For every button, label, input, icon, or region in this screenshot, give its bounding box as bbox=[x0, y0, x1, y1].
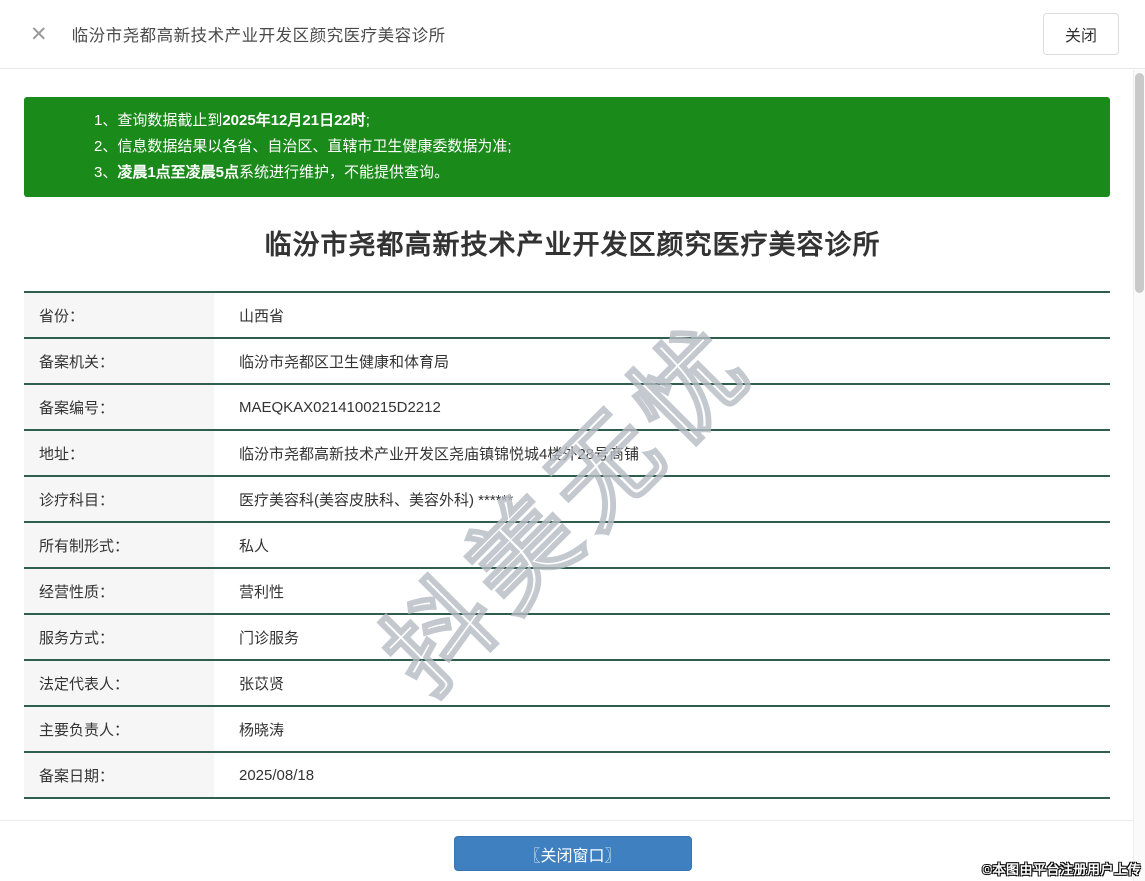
field-value: 医疗美容科(美容皮肤科、美容外科) ****** bbox=[239, 491, 514, 509]
table-row: 服务方式： 门诊服务 bbox=[24, 613, 1110, 659]
upload-attribution: ©本图由平台注册用户上传 bbox=[982, 862, 1141, 877]
notice-item: 1、查询数据截止到2025年12月21日22时; bbox=[94, 108, 1098, 134]
table-row: 备案编号： MAEQKAX0214100215D2212 bbox=[24, 383, 1110, 429]
table-row: 所有制形式： 私人 bbox=[24, 521, 1110, 567]
field-label: 法定代表人： bbox=[24, 661, 214, 705]
notice-text: 2、信息数据结果以各省、自治区、直辖市卫生健康委数据为准; bbox=[94, 138, 512, 155]
close-button[interactable]: 关闭 bbox=[1042, 13, 1119, 55]
field-value: 私人 bbox=[239, 537, 270, 555]
field-label: 经营性质： bbox=[24, 569, 214, 613]
table-row: 备案机关： 临汾市尧都区卫生健康和体育局 bbox=[24, 337, 1110, 383]
info-table: 省份： 山西省备案机关： 临汾市尧都区卫生健康和体育局备案编号： MAEQKAX021… bbox=[24, 291, 1110, 799]
close-window-button[interactable]: 〖关闭窗口〗 bbox=[453, 836, 692, 871]
field-value: 门诊服务 bbox=[239, 629, 300, 647]
field-value: MAEQKAX0214100215D2212 bbox=[239, 398, 441, 416]
notice-text: ; bbox=[365, 112, 370, 129]
table-row: 主要负责人： 杨晓涛 bbox=[24, 705, 1110, 751]
field-value: 2025/08/18 bbox=[239, 766, 315, 784]
field-label: 省份： bbox=[24, 293, 214, 337]
notice-text: 2025年12月21日22时 bbox=[222, 112, 366, 129]
notice-box: 1、查询数据截止到2025年12月21日22时; 2、信息数据结果以各省、自治区、… bbox=[24, 97, 1110, 197]
section-divider bbox=[0, 820, 1145, 821]
field-value: 张苡贤 bbox=[239, 675, 285, 693]
table-row: 诊疗科目： 医疗美容科(美容皮肤科、美容外科) ****** bbox=[24, 475, 1110, 521]
field-label: 地址： bbox=[24, 431, 214, 475]
field-label: 备案机关： bbox=[24, 339, 214, 383]
notice-text: 系统进行维护，不能提供查询。 bbox=[239, 164, 450, 181]
field-label: 备案编号： bbox=[24, 385, 214, 429]
field-value: 临汾市尧都区卫生健康和体育局 bbox=[239, 353, 450, 371]
table-row: 经营性质： 营利性 bbox=[24, 567, 1110, 613]
dialog-header: ✕ 临汾市尧都高新技术产业开发区颜究医疗美容诊所 关闭 bbox=[0, 0, 1145, 69]
field-label: 备案日期： bbox=[24, 753, 214, 797]
table-row: 备案日期： 2025/08/18 bbox=[24, 751, 1110, 797]
notice-text: 1、查询数据截止到 bbox=[94, 112, 223, 129]
field-value: 营利性 bbox=[239, 583, 285, 601]
page-title: 临汾市尧都高新技术产业开发区颜究医疗美容诊所 bbox=[264, 230, 881, 260]
field-label: 主要负责人： bbox=[24, 707, 214, 751]
table-row: 省份： 山西省 bbox=[24, 291, 1110, 337]
notice-item: 2、信息数据结果以各省、自治区、直辖市卫生健康委数据为准; bbox=[94, 134, 1098, 160]
notice-text: 凌晨1点至凌晨5点 bbox=[117, 164, 240, 181]
scrollbar-thumb[interactable] bbox=[1135, 73, 1144, 293]
table-row: 地址： 临汾市尧都高新技术产业开发区尧庙镇锦悦城4楼外28号商铺 bbox=[24, 429, 1110, 475]
field-label: 服务方式： bbox=[24, 615, 214, 659]
close-icon[interactable]: ✕ bbox=[30, 24, 48, 45]
field-value: 临汾市尧都高新技术产业开发区尧庙镇锦悦城4楼外28号商铺 bbox=[239, 445, 640, 463]
button-row: 〖关闭窗口〗 bbox=[0, 836, 1145, 871]
field-label: 所有制形式： bbox=[24, 523, 214, 567]
notice-item: 3、凌晨1点至凌晨5点系统进行维护，不能提供查询。 bbox=[94, 160, 1098, 186]
field-label: 诊疗科目： bbox=[24, 477, 214, 521]
field-value: 杨晓涛 bbox=[239, 721, 285, 739]
notice-text: 3、 bbox=[94, 164, 118, 181]
dialog-title: 临汾市尧都高新技术产业开发区颜究医疗美容诊所 bbox=[71, 27, 446, 45]
field-value: 山西省 bbox=[239, 307, 285, 325]
table-row: 法定代表人： 张苡贤 bbox=[24, 659, 1110, 705]
scrollbar[interactable] bbox=[1133, 70, 1145, 881]
